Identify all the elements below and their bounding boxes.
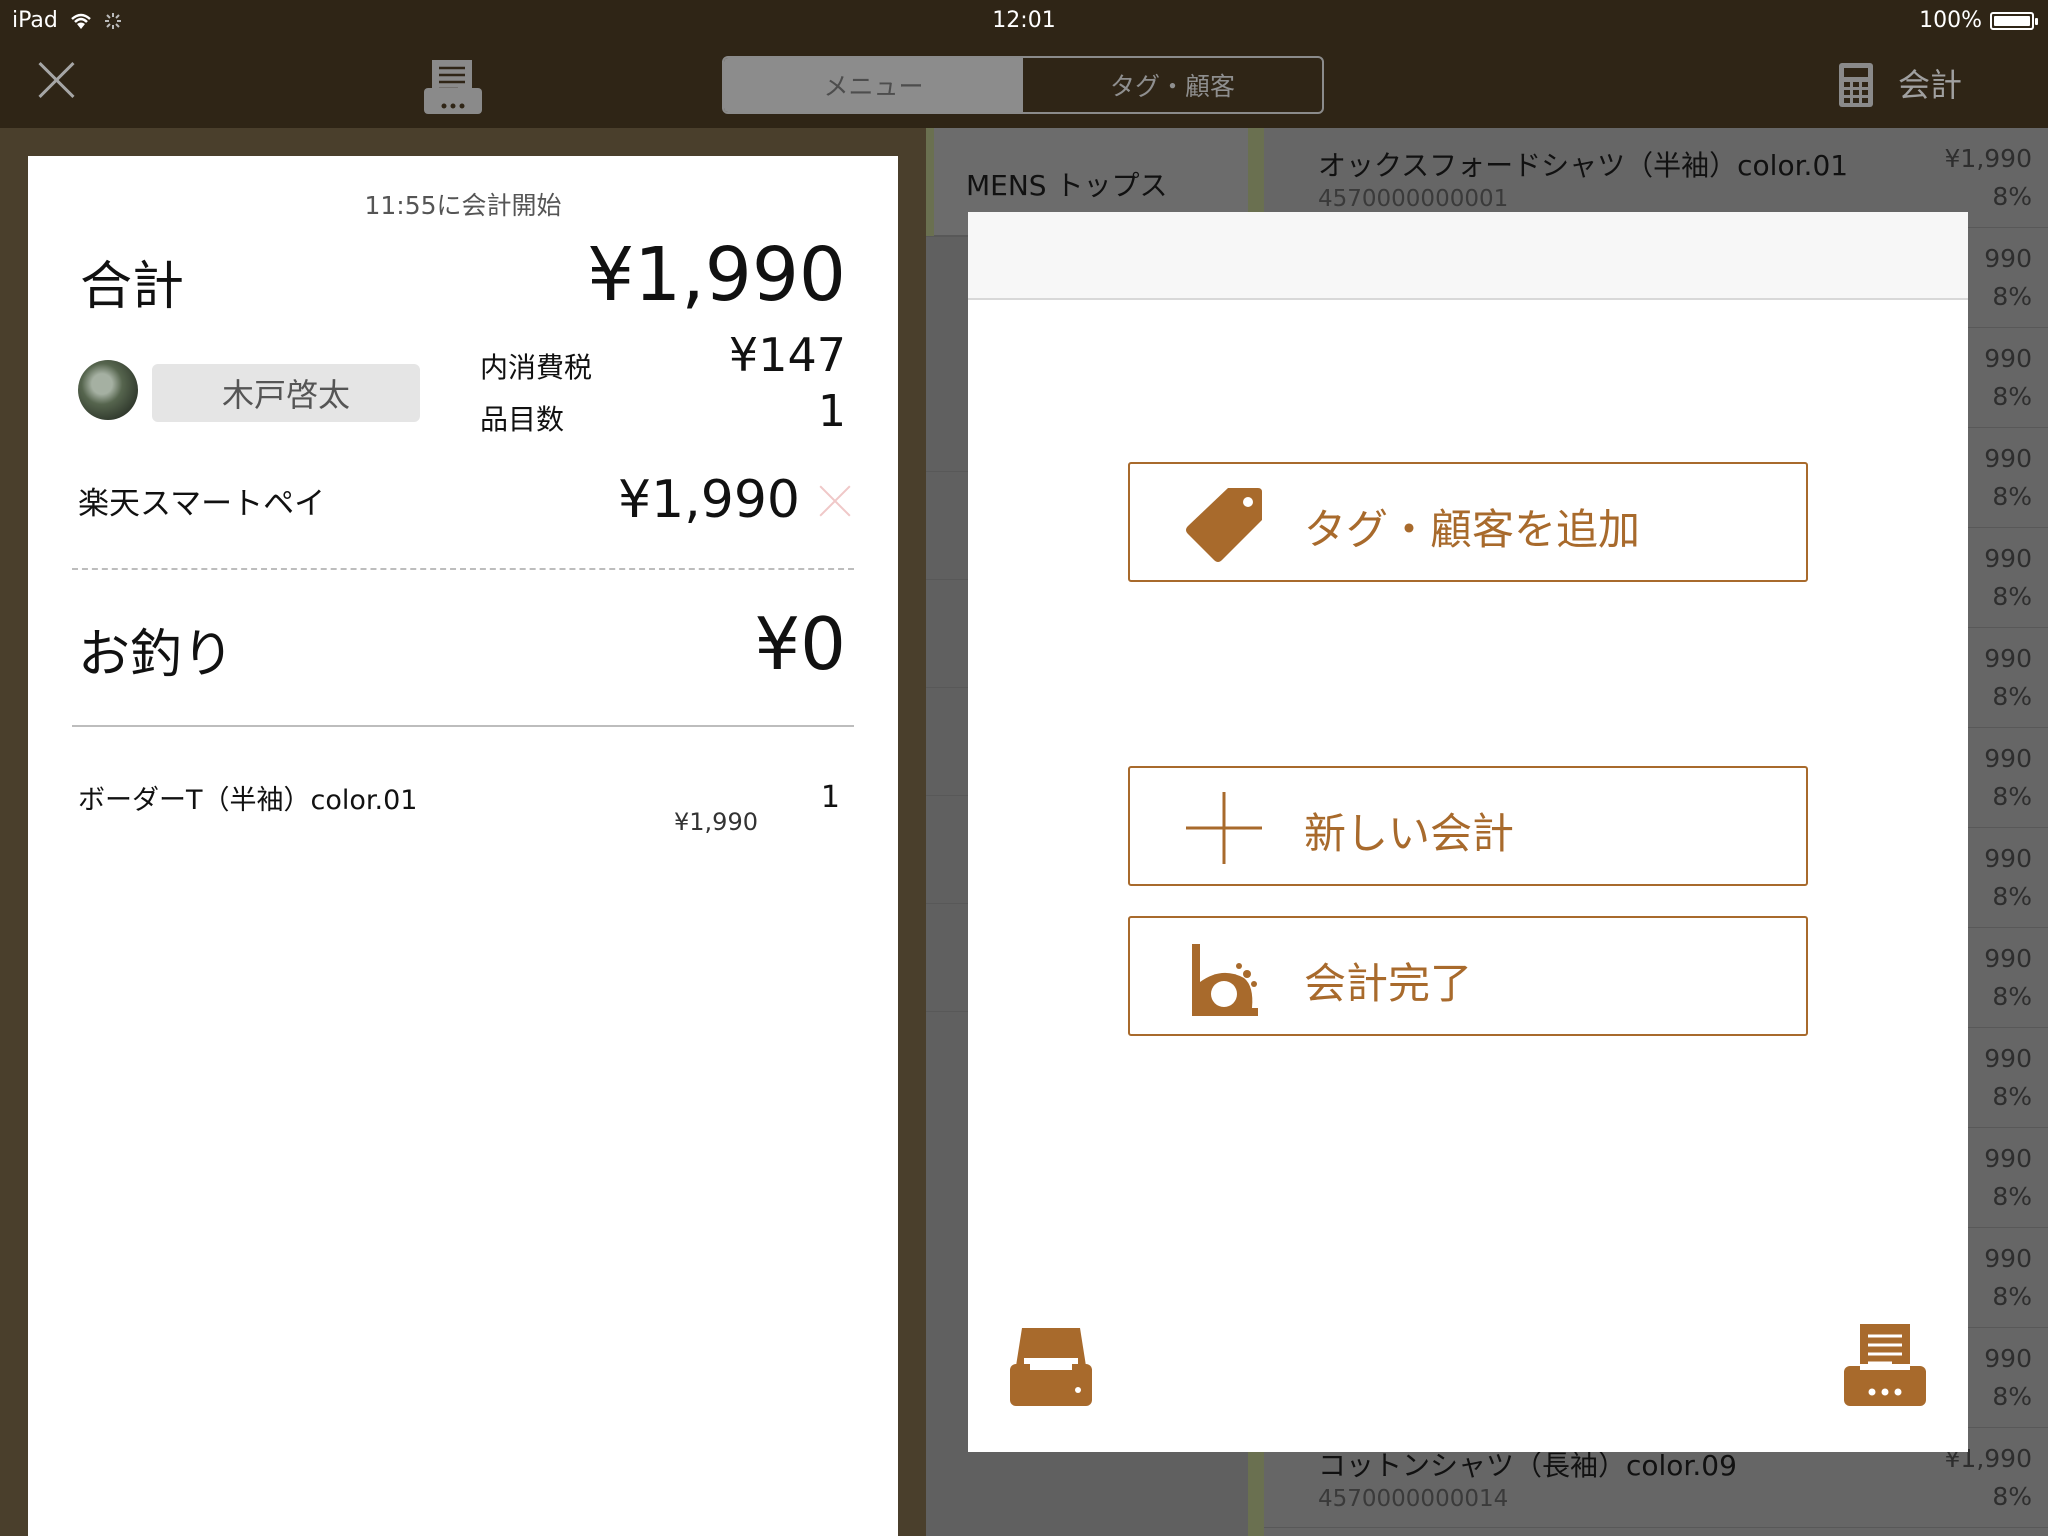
line-item-qty: 1 — [820, 780, 840, 815]
checkout-modal: タグ・顧客を追加 新しい会計 会計完了 — [968, 212, 1968, 1452]
tab-tags-customers[interactable]: タグ・顧客 — [1023, 58, 1322, 112]
selection-bar — [926, 128, 934, 236]
battery-fill — [1994, 15, 2030, 26]
product-tax: 8% — [1992, 982, 2032, 1011]
receipt-icon[interactable] — [422, 58, 484, 116]
product-tax: 8% — [1992, 482, 2032, 511]
divider-dashed — [72, 568, 854, 570]
item-count-label: 品目数 — [480, 403, 565, 436]
product-price: 990 — [1984, 344, 2032, 373]
tax-value: ¥147 — [728, 328, 846, 382]
product-price: 990 — [1984, 1344, 2032, 1373]
product-tax: 8% — [1992, 1182, 2032, 1211]
new-checkout-label: 新しい会計 — [1304, 809, 1515, 858]
avatar[interactable] — [78, 360, 138, 420]
product-price: 990 — [1984, 644, 2032, 673]
product-price: 990 — [1984, 1144, 2032, 1173]
line-item-price: ¥1,990 — [674, 808, 758, 836]
product-tax: 8% — [1992, 582, 2032, 611]
total-label: 合計 — [80, 257, 185, 317]
cash-drawer-icon[interactable] — [1008, 1324, 1094, 1408]
top-bar: iPad 12:01 100% メニュー タグ・顧客 会計 — [0, 0, 2048, 128]
payment-method: 楽天スマートペイ — [78, 486, 326, 522]
checkout-button[interactable]: 会計 — [1898, 60, 1962, 106]
product-tax: 8% — [1992, 1082, 2032, 1111]
checkout-start-time: 11:55に会計開始 — [364, 191, 562, 220]
payment-amount: ¥1,990 — [618, 470, 800, 530]
product-tax: 8% — [1992, 1282, 2032, 1311]
view-tabs: メニュー タグ・顧客 — [722, 56, 1324, 114]
remove-payment-icon[interactable] — [818, 484, 852, 518]
change-value: ¥0 — [754, 602, 846, 686]
product-price: 990 — [1984, 844, 2032, 873]
plus-icon — [1186, 792, 1262, 864]
add-tag-customer-button[interactable]: タグ・顧客を追加 — [1128, 462, 1808, 582]
printer-icon[interactable] — [1842, 1322, 1928, 1408]
battery-percent: 100% — [1919, 8, 1982, 33]
close-icon[interactable] — [36, 60, 76, 100]
product-price: 990 — [1984, 1044, 2032, 1073]
category-label: MENS トップス — [966, 169, 1168, 202]
status-right: 100% — [1919, 8, 2038, 33]
product-tax: 8% — [1992, 382, 2032, 411]
tab-menu[interactable]: メニュー — [724, 58, 1023, 112]
product-tax: 8% — [1992, 682, 2032, 711]
finish-checkout-button[interactable]: 会計完了 — [1128, 916, 1808, 1036]
product-price: 990 — [1984, 244, 2032, 273]
total-value: ¥1,990 — [587, 232, 846, 318]
product-tax: 8% — [1992, 882, 2032, 911]
change-label: お釣り — [78, 625, 235, 685]
finish-checkout-label: 会計完了 — [1304, 959, 1473, 1008]
product-tax: 8% — [1992, 182, 2032, 211]
calculator-icon[interactable] — [1838, 62, 1874, 108]
customer-name-button[interactable]: 木戸啓太 — [152, 364, 420, 422]
product-name: オックスフォードシャツ（半袖）color.01 — [1318, 149, 1849, 182]
new-checkout-button[interactable]: 新しい会計 — [1128, 766, 1808, 886]
item-count-value: 1 — [818, 386, 846, 437]
battery-icon — [1990, 11, 2038, 30]
bill-panel: 11:55に会計開始 合計 ¥1,990 木戸啓太 内消費税 ¥147 品目数 … — [28, 156, 898, 1536]
product-price: 990 — [1984, 544, 2032, 573]
tag-icon — [1186, 488, 1262, 562]
status-time: 12:01 — [992, 8, 1056, 33]
product-price: ¥1,990 — [1944, 144, 2032, 173]
product-price: 990 — [1984, 444, 2032, 473]
product-code: 4570000000014 — [1318, 1486, 1509, 1512]
product-price: 990 — [1984, 744, 2032, 773]
bell-icon — [1192, 944, 1258, 1016]
tax-label: 内消費税 — [480, 351, 593, 384]
product-price: 990 — [1984, 944, 2032, 973]
modal-header — [968, 212, 1968, 300]
status-bar: iPad 12:01 100% — [0, 0, 2048, 42]
product-price: 990 — [1984, 1244, 2032, 1273]
product-code: 4570000000001 — [1318, 186, 1509, 212]
product-tax: 8% — [1992, 1382, 2032, 1411]
product-tax: 8% — [1992, 782, 2032, 811]
line-item-name[interactable]: ボーダーT（半袖）color.01 — [78, 778, 417, 817]
product-tax: 8% — [1992, 282, 2032, 311]
product-tax: 8% — [1992, 1482, 2032, 1511]
add-tag-customer-label: タグ・顧客を追加 — [1304, 505, 1641, 554]
divider — [72, 725, 854, 727]
